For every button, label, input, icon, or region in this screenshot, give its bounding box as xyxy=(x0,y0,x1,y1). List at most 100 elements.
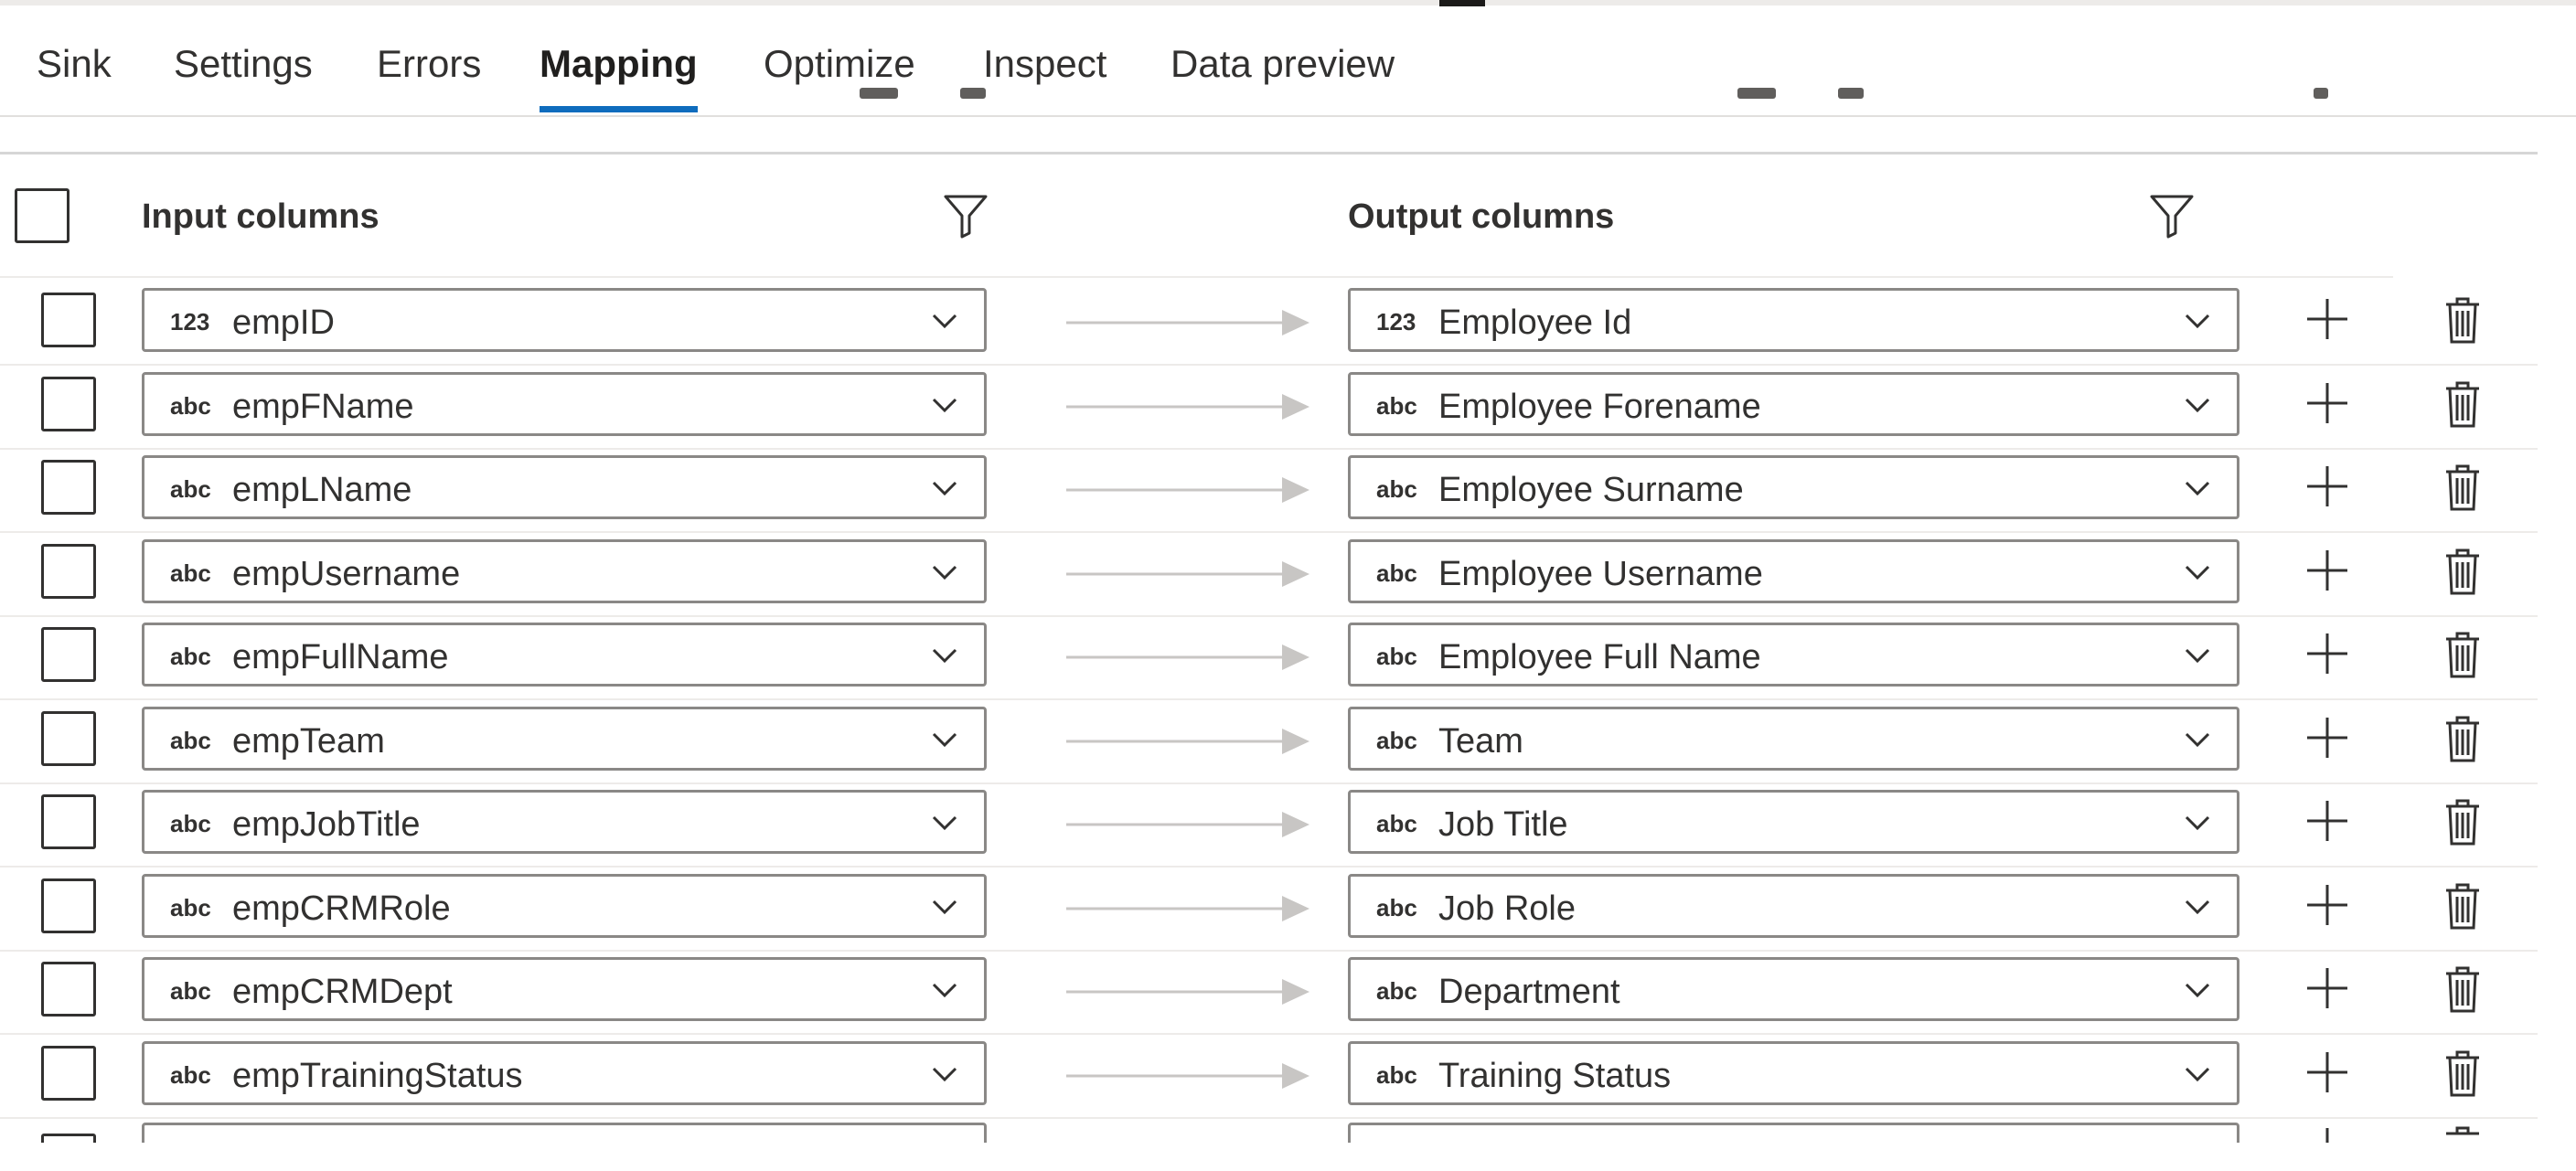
mapping-row: abc empTeam abc Team xyxy=(0,700,2538,784)
output-column-dropdown[interactable]: abc Job Title xyxy=(1348,790,2239,854)
input-column-dropdown[interactable]: 123 empID xyxy=(142,288,987,352)
tab-optimize[interactable]: Optimize xyxy=(764,42,915,115)
output-filter-icon[interactable] xyxy=(2149,193,2195,239)
row-checkbox[interactable] xyxy=(41,711,96,766)
mapping-arrow-icon xyxy=(1066,729,1309,754)
plus-icon[interactable] xyxy=(2305,464,2349,508)
tab-errors[interactable]: Errors xyxy=(377,42,481,115)
row-checkbox[interactable] xyxy=(41,878,96,933)
plus-icon[interactable] xyxy=(2305,297,2349,341)
tab-data-preview[interactable]: Data preview xyxy=(1170,42,1395,115)
chevron-down-icon xyxy=(932,815,957,831)
input-type-badge: 123 xyxy=(170,308,210,335)
trash-icon[interactable] xyxy=(2443,1124,2482,1143)
mapping-row: abc empLName abc Employee Surname xyxy=(0,449,2538,533)
mapping-arrow-icon xyxy=(1066,896,1309,921)
select-all-checkbox[interactable] xyxy=(15,188,69,243)
row-checkbox[interactable] xyxy=(41,794,96,849)
output-column-value: Job Title xyxy=(1438,805,1568,844)
row-checkbox[interactable] xyxy=(41,1134,96,1143)
input-column-dropdown[interactable]: abc empTrainingStatus xyxy=(142,1041,987,1105)
output-type-badge: abc xyxy=(1376,727,1417,754)
plus-icon[interactable] xyxy=(2305,966,2349,1010)
output-column-dropdown[interactable]: abc Department xyxy=(1348,957,2239,1021)
input-column-dropdown[interactable]: abc empCRMRole xyxy=(142,874,987,938)
tab-bar: Sink Settings Errors Mapping Optimize In… xyxy=(0,5,2576,117)
mapping-arrow-icon xyxy=(1066,394,1309,420)
tab-inspect[interactable]: Inspect xyxy=(983,42,1106,115)
output-column-dropdown[interactable]: abc Employee Surname xyxy=(1348,455,2239,519)
trash-icon[interactable] xyxy=(2443,797,2482,846)
output-column-value: Employee Surname xyxy=(1438,471,1744,509)
plus-icon[interactable] xyxy=(2305,632,2349,676)
plus-icon[interactable] xyxy=(2305,1050,2349,1094)
output-type-badge: abc xyxy=(1376,559,1417,587)
output-type-badge: abc xyxy=(1376,392,1417,420)
trash-icon[interactable] xyxy=(2443,463,2482,512)
tab-settings[interactable]: Settings xyxy=(174,42,313,115)
mapping-row: abc empTrainingStatus abc Training Statu… xyxy=(0,1035,2538,1119)
output-column-value: Job Role xyxy=(1438,889,1576,928)
input-type-badge: abc xyxy=(170,559,211,587)
chevron-down-icon xyxy=(2185,398,2210,413)
section-divider xyxy=(0,152,2538,154)
partial-mapping-row xyxy=(0,1123,2576,1143)
output-column-dropdown[interactable]: abc Employee Username xyxy=(1348,539,2239,603)
plus-icon[interactable] xyxy=(2305,1126,2349,1143)
row-divider xyxy=(0,1117,2538,1119)
trash-icon[interactable] xyxy=(2443,1049,2482,1098)
chevron-down-icon xyxy=(932,983,957,998)
input-column-dropdown[interactable]: abc empJobTitle xyxy=(142,790,987,854)
plus-icon[interactable] xyxy=(2305,883,2349,927)
input-column-value: empCRMRole xyxy=(232,889,451,928)
plus-icon[interactable] xyxy=(2305,799,2349,843)
plus-icon[interactable] xyxy=(2305,548,2349,592)
trash-icon[interactable] xyxy=(2443,964,2482,1014)
trash-icon[interactable] xyxy=(2443,295,2482,345)
row-checkbox[interactable] xyxy=(41,627,96,682)
trash-icon[interactable] xyxy=(2443,714,2482,763)
input-column-value: empTeam xyxy=(232,722,385,761)
output-columns-header: Output columns xyxy=(1348,197,1615,236)
output-type-badge: abc xyxy=(1376,475,1417,503)
output-type-badge: 123 xyxy=(1376,308,1416,335)
output-column-dropdown[interactable]: 123 Employee Id xyxy=(1348,288,2239,352)
plus-icon[interactable] xyxy=(2305,716,2349,760)
row-checkbox[interactable] xyxy=(41,293,96,347)
mapping-arrow-icon xyxy=(1066,561,1309,587)
input-column-dropdown[interactable] xyxy=(142,1123,987,1143)
chevron-down-icon xyxy=(932,732,957,748)
output-column-value: Team xyxy=(1438,722,1523,761)
page-bottom-area xyxy=(0,1143,2576,1171)
input-column-dropdown[interactable]: abc empFullName xyxy=(142,623,987,687)
input-column-dropdown[interactable]: abc empTeam xyxy=(142,707,987,771)
trash-icon[interactable] xyxy=(2443,379,2482,429)
trash-icon[interactable] xyxy=(2443,630,2482,679)
output-column-dropdown[interactable]: abc Job Role xyxy=(1348,874,2239,938)
row-checkbox[interactable] xyxy=(41,544,96,599)
tab-sink[interactable]: Sink xyxy=(37,42,112,115)
tab-mapping[interactable]: Mapping xyxy=(540,42,698,115)
input-column-dropdown[interactable]: abc empCRMDept xyxy=(142,957,987,1021)
output-column-value: Employee Id xyxy=(1438,303,1632,342)
output-column-dropdown[interactable]: abc Team xyxy=(1348,707,2239,771)
input-column-dropdown[interactable]: abc empLName xyxy=(142,455,987,519)
mapping-arrow-icon xyxy=(1066,979,1309,1005)
mapping-row: abc empFullName abc Employee Full Name xyxy=(0,616,2538,700)
input-column-dropdown[interactable]: abc empUsername xyxy=(142,539,987,603)
input-column-dropdown[interactable]: abc empFName xyxy=(142,372,987,436)
row-checkbox[interactable] xyxy=(41,1046,96,1101)
input-columns-header: Input columns xyxy=(142,197,379,236)
row-checkbox[interactable] xyxy=(41,962,96,1017)
row-checkbox[interactable] xyxy=(41,460,96,515)
row-checkbox[interactable] xyxy=(41,377,96,431)
output-column-dropdown[interactable]: abc Employee Full Name xyxy=(1348,623,2239,687)
output-column-dropdown[interactable]: abc Training Status xyxy=(1348,1041,2239,1105)
output-column-dropdown[interactable] xyxy=(1348,1123,2239,1143)
output-column-dropdown[interactable]: abc Employee Forename xyxy=(1348,372,2239,436)
mapping-row: abc empCRMRole abc Job Role xyxy=(0,868,2538,952)
trash-icon[interactable] xyxy=(2443,881,2482,931)
plus-icon[interactable] xyxy=(2305,381,2349,425)
trash-icon[interactable] xyxy=(2443,547,2482,596)
input-filter-icon[interactable] xyxy=(943,193,989,239)
